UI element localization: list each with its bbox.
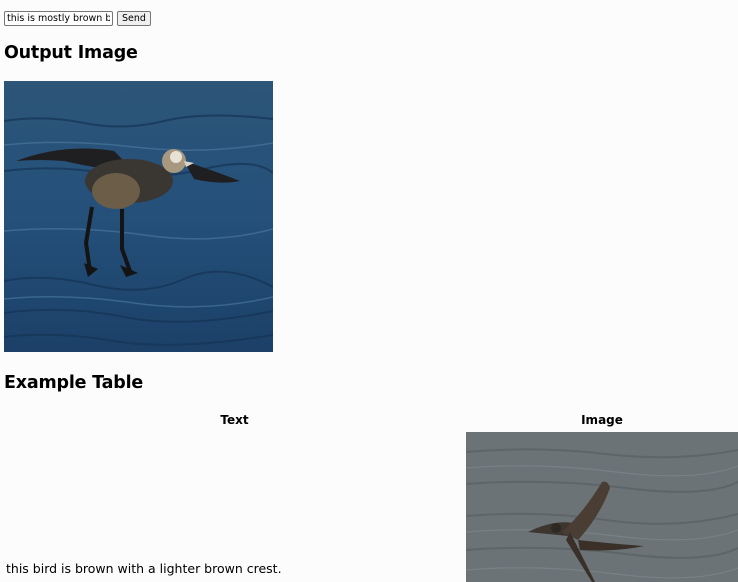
output-image — [4, 81, 273, 352]
page: Send Output Image — [0, 0, 738, 582]
example-table-heading: Example Table — [4, 373, 144, 393]
output-image-heading: Output Image — [4, 43, 138, 63]
table-header-text: Text — [220, 413, 249, 427]
send-button[interactable]: Send — [117, 11, 151, 26]
table-header-image: Image — [581, 413, 623, 427]
prompt-form: Send — [4, 11, 151, 26]
table-cell-text: this bird is brown with a lighter brown … — [6, 561, 282, 576]
prompt-input[interactable] — [4, 11, 113, 26]
example-image — [466, 432, 738, 582]
